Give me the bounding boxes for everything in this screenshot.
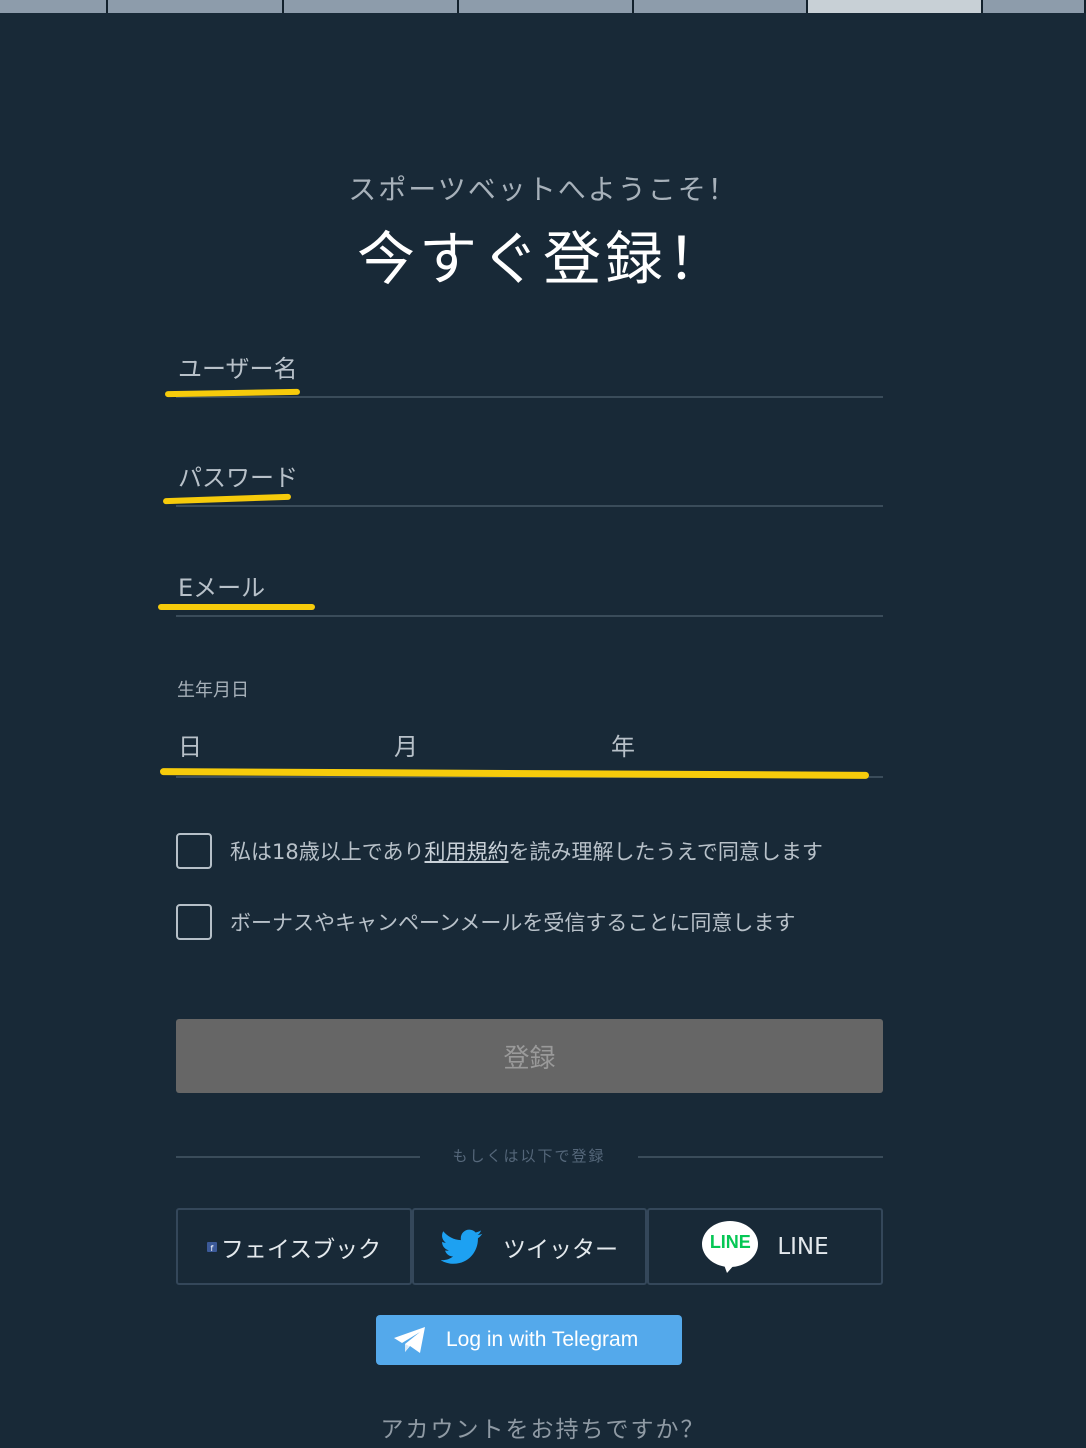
twitter-signup-button[interactable]: ツイッター bbox=[412, 1208, 647, 1285]
telegram-login-button[interactable]: Log in with Telegram bbox=[376, 1315, 682, 1365]
twitter-label: ツイッター bbox=[503, 1236, 618, 1263]
divider-line-right bbox=[638, 1156, 883, 1158]
dob-year-select[interactable]: 年 bbox=[611, 727, 635, 762]
line-logo-text: LINE bbox=[709, 1231, 751, 1252]
register-button[interactable]: 登録 bbox=[176, 1019, 883, 1093]
facebook-label: フェイスブック bbox=[220, 1236, 382, 1263]
browser-tab[interactable] bbox=[284, 0, 459, 13]
telegram-label: Log in with Telegram bbox=[446, 1328, 639, 1351]
svg-text:f: f bbox=[210, 1244, 213, 1252]
page-title: 今すぐ登録！ bbox=[356, 225, 729, 293]
welcome-subtitle: スポーツベットへようこそ！ bbox=[348, 173, 738, 206]
dob-label: 生年月日 bbox=[177, 680, 249, 701]
password-label: パスワード bbox=[178, 464, 298, 492]
highlight-underline bbox=[158, 604, 315, 610]
dob-day-select[interactable]: 日 bbox=[178, 727, 202, 762]
line-signup-button[interactable]: LINE LINE bbox=[647, 1208, 883, 1285]
terms-checkbox[interactable] bbox=[176, 833, 212, 869]
terms-link[interactable]: 利用規約 bbox=[425, 840, 509, 864]
terms-text-prefix: 私は18歳以上であり bbox=[230, 840, 425, 864]
bonus-checkbox[interactable] bbox=[176, 904, 212, 940]
divider-line-left bbox=[176, 1156, 420, 1158]
browser-tab-active[interactable] bbox=[808, 0, 983, 13]
facebook-signup-button[interactable]: f フェイスブック bbox=[176, 1208, 412, 1285]
browser-tab[interactable] bbox=[459, 0, 634, 13]
browser-tab[interactable] bbox=[108, 0, 284, 13]
facebook-icon: f bbox=[206, 1241, 217, 1252]
username-label: ユーザー名 bbox=[178, 355, 298, 383]
divider-text: もしくは以下で登録 bbox=[452, 1147, 606, 1165]
browser-tab[interactable] bbox=[634, 0, 808, 13]
telegram-plane-icon bbox=[392, 1325, 428, 1355]
browser-tab[interactable] bbox=[0, 0, 108, 13]
terms-text-suffix: を読み理解したうえで同意します bbox=[508, 840, 823, 864]
email-label: Eメール bbox=[178, 574, 266, 602]
bonus-text: ボーナスやキャンペーンメールを受信することに同意します bbox=[230, 911, 796, 935]
have-account-link[interactable]: アカウントをお持ちですか？ bbox=[0, 1410, 1086, 1444]
terms-text: 私は18歳以上であり利用規約を読み理解したうえで同意します bbox=[230, 836, 823, 866]
browser-tab-strip bbox=[0, 0, 1086, 13]
bonus-consent-row: ボーナスやキャンペーンメールを受信することに同意します bbox=[176, 904, 795, 940]
dob-month-select[interactable]: 月 bbox=[394, 727, 418, 762]
browser-tab[interactable] bbox=[983, 0, 1086, 13]
twitter-bird-icon bbox=[441, 1229, 483, 1265]
line-label: LINE bbox=[777, 1233, 829, 1260]
terms-consent-row: 私は18歳以上であり利用規約を読み理解したうえで同意します bbox=[176, 833, 823, 869]
line-icon: LINE bbox=[701, 1220, 759, 1274]
